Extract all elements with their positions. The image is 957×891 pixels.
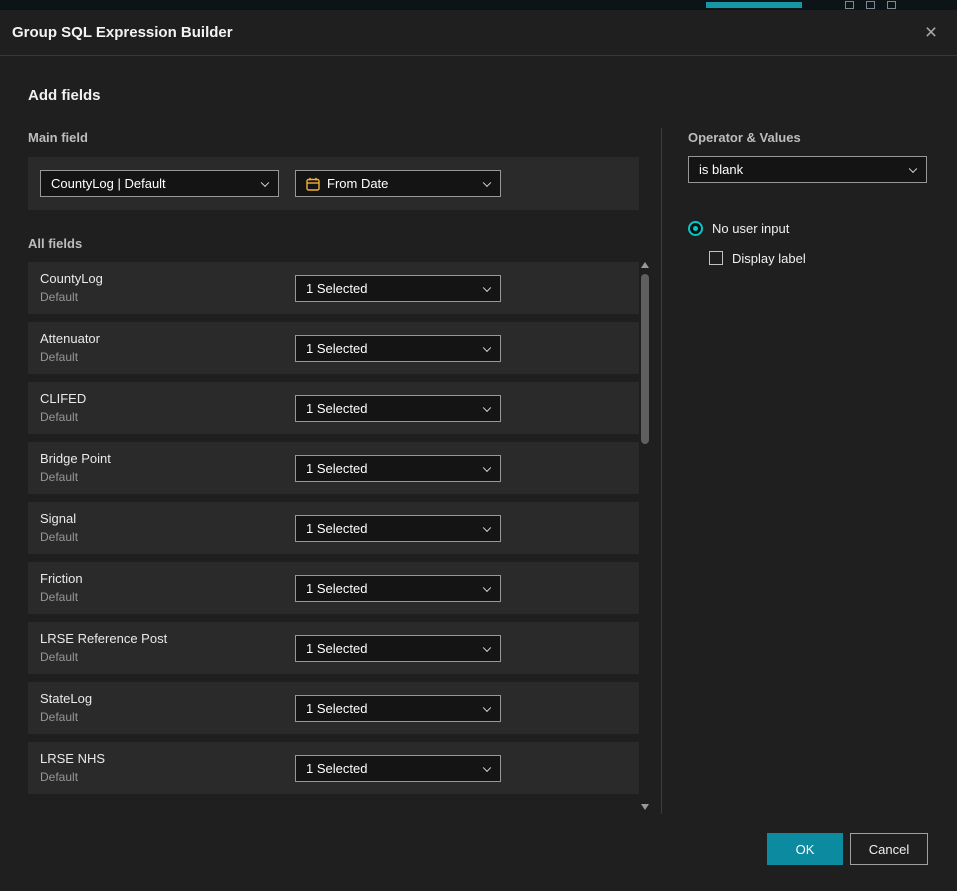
chevron-down-icon bbox=[483, 583, 491, 591]
field-selection-dropdown[interactable]: 1 Selected bbox=[295, 695, 501, 722]
field-name: Bridge Point bbox=[40, 451, 111, 466]
chevron-down-icon bbox=[483, 523, 491, 531]
field-selection-dropdown[interactable]: 1 Selected bbox=[295, 395, 501, 422]
list-scrollbar[interactable] bbox=[639, 260, 651, 812]
dropdown-value: 1 Selected bbox=[306, 521, 367, 536]
chevron-down-icon bbox=[483, 283, 491, 291]
dropdown-value: 1 Selected bbox=[306, 581, 367, 596]
screen: Group SQL Expression Builder × Add field… bbox=[0, 0, 957, 891]
close-icon[interactable]: × bbox=[919, 21, 943, 45]
radio-selected-icon[interactable] bbox=[688, 221, 703, 236]
field-row: LRSE NHS Default 1 Selected bbox=[28, 742, 639, 794]
field-sublabel: Default bbox=[40, 290, 78, 304]
calendar-icon bbox=[306, 177, 320, 191]
field-selection-dropdown[interactable]: 1 Selected bbox=[295, 575, 501, 602]
chevron-down-icon bbox=[483, 403, 491, 411]
main-field-label: Main field bbox=[28, 130, 88, 145]
field-name: LRSE Reference Post bbox=[40, 631, 167, 646]
field-sublabel: Default bbox=[40, 710, 78, 724]
field-name: Friction bbox=[40, 571, 83, 586]
main-date-field-dropdown[interactable]: From Date bbox=[295, 170, 501, 197]
dropdown-value: From Date bbox=[327, 176, 388, 191]
field-row: CLIFED Default 1 Selected bbox=[28, 382, 639, 434]
field-name: Signal bbox=[40, 511, 76, 526]
dropdown-value: 1 Selected bbox=[306, 401, 367, 416]
obscured-toolbar-icon bbox=[866, 1, 875, 9]
chevron-down-icon bbox=[483, 178, 491, 186]
field-selection-dropdown[interactable]: 1 Selected bbox=[295, 275, 501, 302]
no-user-input-option[interactable]: No user input bbox=[688, 219, 789, 237]
operator-values-label: Operator & Values bbox=[688, 130, 801, 145]
obscured-background-strip bbox=[0, 0, 957, 10]
dropdown-value: is blank bbox=[699, 162, 743, 177]
group-sql-expression-builder-dialog: Group SQL Expression Builder × Add field… bbox=[0, 10, 957, 891]
field-row: Signal Default 1 Selected bbox=[28, 502, 639, 554]
field-row: LRSE Reference Post Default 1 Selected bbox=[28, 622, 639, 674]
field-row: Bridge Point Default 1 Selected bbox=[28, 442, 639, 494]
field-selection-dropdown[interactable]: 1 Selected bbox=[295, 515, 501, 542]
dropdown-value: 1 Selected bbox=[306, 761, 367, 776]
field-row: CountyLog Default 1 Selected bbox=[28, 262, 639, 314]
dropdown-value: 1 Selected bbox=[306, 641, 367, 656]
obscured-toolbar-icon bbox=[887, 1, 896, 9]
main-field-panel: CountyLog | Default From Date bbox=[28, 157, 639, 210]
field-selection-dropdown[interactable]: 1 Selected bbox=[295, 635, 501, 662]
dialog-header: Group SQL Expression Builder × bbox=[0, 10, 957, 56]
display-label-option[interactable]: Display label bbox=[709, 250, 806, 266]
add-fields-heading: Add fields bbox=[28, 87, 101, 104]
dropdown-value: 1 Selected bbox=[306, 341, 367, 356]
field-name: CountyLog bbox=[40, 271, 103, 286]
operator-dropdown[interactable]: is blank bbox=[688, 156, 927, 183]
checkbox-label: Display label bbox=[732, 251, 806, 266]
field-sublabel: Default bbox=[40, 590, 78, 604]
obscured-toolbar-icon bbox=[845, 1, 854, 9]
field-selection-dropdown[interactable]: 1 Selected bbox=[295, 455, 501, 482]
column-divider bbox=[661, 128, 662, 814]
field-sublabel: Default bbox=[40, 650, 78, 664]
scroll-down-arrow-icon[interactable] bbox=[641, 804, 649, 810]
field-row: Friction Default 1 Selected bbox=[28, 562, 639, 614]
dropdown-value: 1 Selected bbox=[306, 461, 367, 476]
field-sublabel: Default bbox=[40, 350, 78, 364]
checkbox-unchecked-icon[interactable] bbox=[709, 251, 723, 265]
ok-button[interactable]: OK bbox=[767, 833, 843, 865]
field-name: LRSE NHS bbox=[40, 751, 105, 766]
all-fields-list: CountyLog Default 1 Selected Attenuator … bbox=[28, 262, 639, 802]
chevron-down-icon bbox=[261, 178, 269, 186]
dropdown-value: 1 Selected bbox=[306, 701, 367, 716]
main-source-dropdown[interactable]: CountyLog | Default bbox=[40, 170, 279, 197]
all-fields-label: All fields bbox=[28, 236, 82, 251]
cancel-button[interactable]: Cancel bbox=[850, 833, 928, 865]
field-selection-dropdown[interactable]: 1 Selected bbox=[295, 335, 501, 362]
field-sublabel: Default bbox=[40, 470, 78, 484]
field-row: Attenuator Default 1 Selected bbox=[28, 322, 639, 374]
field-name: StateLog bbox=[40, 691, 92, 706]
chevron-down-icon bbox=[483, 463, 491, 471]
chevron-down-icon bbox=[483, 703, 491, 711]
obscured-link-text bbox=[706, 2, 802, 8]
field-name: CLIFED bbox=[40, 391, 86, 406]
dropdown-value: CountyLog | Default bbox=[51, 176, 166, 191]
field-row: StateLog Default 1 Selected bbox=[28, 682, 639, 734]
field-name: Attenuator bbox=[40, 331, 100, 346]
chevron-down-icon bbox=[483, 343, 491, 351]
dropdown-value: 1 Selected bbox=[306, 281, 367, 296]
scrollbar-thumb[interactable] bbox=[641, 274, 649, 444]
scroll-up-arrow-icon[interactable] bbox=[641, 262, 649, 268]
dialog-title: Group SQL Expression Builder bbox=[12, 10, 233, 56]
radio-label: No user input bbox=[712, 221, 789, 236]
field-sublabel: Default bbox=[40, 410, 78, 424]
chevron-down-icon bbox=[483, 643, 491, 651]
chevron-down-icon bbox=[483, 763, 491, 771]
field-selection-dropdown[interactable]: 1 Selected bbox=[295, 755, 501, 782]
chevron-down-icon bbox=[909, 164, 917, 172]
field-sublabel: Default bbox=[40, 770, 78, 784]
field-sublabel: Default bbox=[40, 530, 78, 544]
